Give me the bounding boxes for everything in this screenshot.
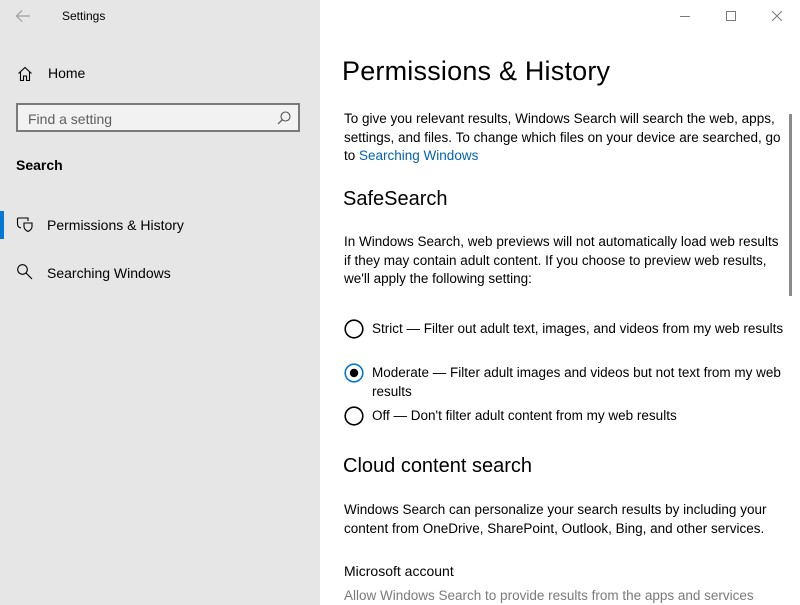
sidebar-item-label: Searching Windows bbox=[47, 265, 171, 281]
home-icon bbox=[18, 66, 32, 82]
radio-label: Off — Don't filter adult content from my… bbox=[372, 408, 677, 423]
radio-label: Strict — Filter out adult text, images, … bbox=[372, 321, 784, 336]
radio-option-strict[interactable]: Strict — Filter out adult text, images, … bbox=[344, 319, 784, 357]
scrollbar[interactable] bbox=[789, 114, 792, 296]
radio-button-icon[interactable] bbox=[344, 406, 364, 426]
minimize-icon bbox=[680, 16, 690, 17]
content-pane: Permissions & History To give you releva… bbox=[320, 0, 792, 605]
back-button[interactable] bbox=[10, 4, 36, 28]
radio-option-moderate[interactable]: Moderate — Filter adult images and video… bbox=[344, 363, 784, 401]
sidebar-item-label: Permissions & History bbox=[47, 217, 184, 233]
find-setting-input[interactable] bbox=[26, 108, 270, 130]
window-controls bbox=[662, 0, 800, 32]
safesearch-heading: SafeSearch bbox=[343, 188, 448, 210]
safesearch-description: In Windows Search, web previews will not… bbox=[344, 234, 779, 286]
radio-option-off[interactable]: Off — Don't filter adult content from my… bbox=[344, 406, 784, 428]
back-arrow-icon bbox=[15, 10, 30, 22]
search-icon bbox=[17, 264, 33, 280]
intro-text: To give you relevant results, Windows Se… bbox=[344, 111, 781, 163]
find-setting-search-box[interactable] bbox=[16, 103, 300, 132]
minimize-button[interactable] bbox=[662, 0, 708, 32]
searching-windows-link[interactable]: Searching Windows bbox=[359, 148, 478, 163]
cloud-description: Windows Search can personalize your sear… bbox=[344, 502, 767, 536]
sidebar-item-searching-windows[interactable]: Searching Windows bbox=[0, 255, 320, 291]
maximize-button[interactable] bbox=[708, 0, 754, 32]
page-title: Permissions & History bbox=[342, 56, 611, 86]
shield-search-icon bbox=[16, 217, 33, 233]
microsoft-account-description: Allow Windows Search to provide results … bbox=[344, 588, 754, 603]
sidebar-section-title: Search bbox=[16, 157, 63, 173]
close-icon bbox=[772, 11, 782, 21]
search-icon[interactable] bbox=[276, 110, 292, 126]
maximize-icon bbox=[726, 11, 736, 21]
app-title: Settings bbox=[62, 9, 106, 23]
title-bar: Settings bbox=[0, 0, 320, 32]
radio-button-icon[interactable] bbox=[344, 319, 364, 339]
settings-window: Settings Home Search Permissions & Histo bbox=[0, 0, 800, 605]
sidebar: Settings Home Search Permissions & Histo bbox=[0, 0, 320, 605]
radio-button-selected-icon[interactable] bbox=[344, 363, 364, 383]
cloud-content-search-heading: Cloud content search bbox=[343, 455, 533, 477]
sidebar-item-permissions-history[interactable]: Permissions & History bbox=[0, 207, 320, 243]
sidebar-item-home[interactable]: Home bbox=[0, 56, 320, 90]
close-button[interactable] bbox=[754, 0, 800, 32]
sidebar-item-label: Home bbox=[48, 65, 86, 81]
radio-label: Moderate — Filter adult images and video… bbox=[372, 365, 781, 399]
microsoft-account-heading: Microsoft account bbox=[344, 563, 454, 579]
selected-indicator bbox=[0, 211, 4, 239]
